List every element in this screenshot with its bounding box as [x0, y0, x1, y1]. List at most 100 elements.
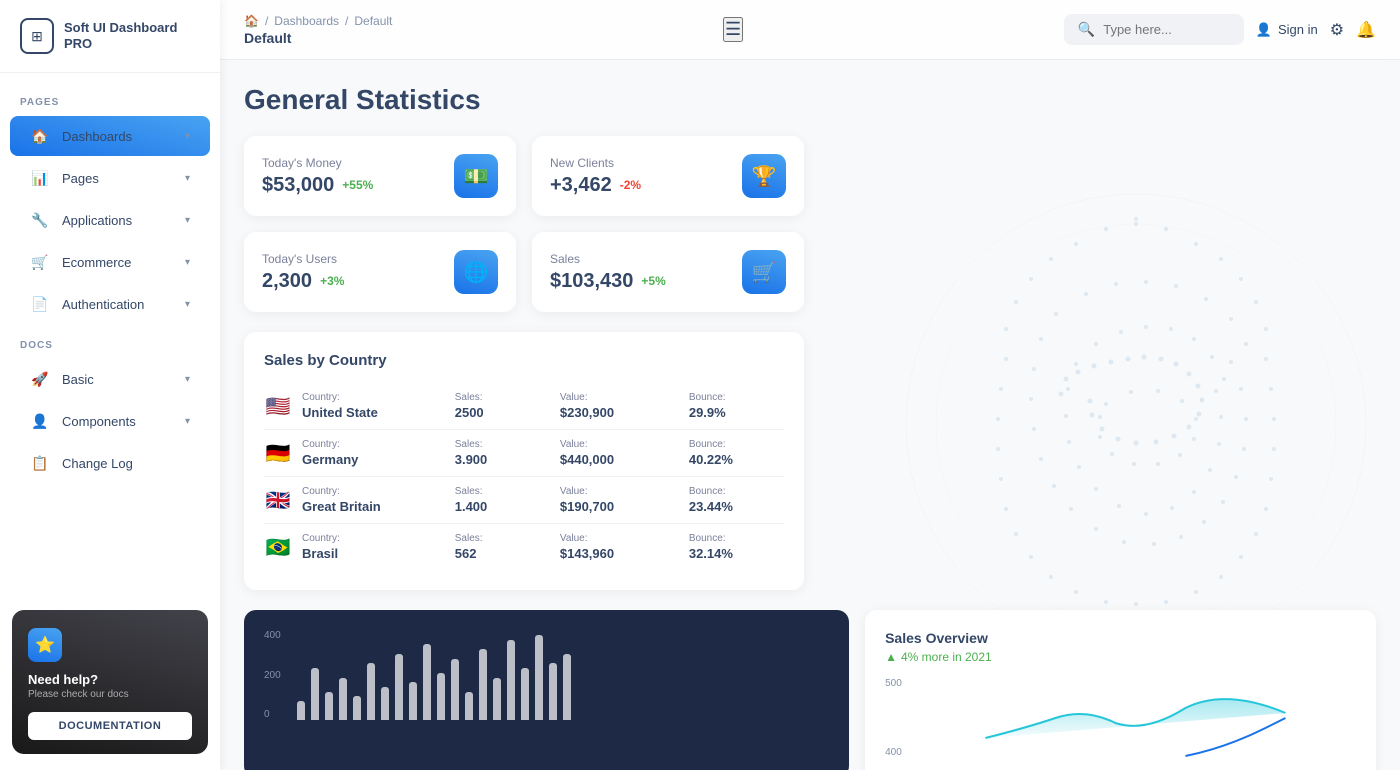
stat-label-clients: New Clients — [550, 156, 641, 170]
line-chart-area: 500 400 — [885, 678, 1356, 758]
pages-chevron: ▾ — [185, 173, 190, 184]
stats-grid: Today's Money $53,000 +55% 💵 New Clients… — [244, 136, 804, 312]
bar-chart-card: 400 200 0 — [244, 610, 849, 770]
country-col-brasil: Country: Brasil — [302, 533, 445, 561]
notifications-icon[interactable]: 🔔 — [1356, 20, 1376, 40]
authentication-icon: 📄 — [30, 294, 50, 314]
pages-icon: 📊 — [30, 168, 50, 188]
ecommerce-icon: 🛒 — [30, 252, 50, 272]
flag-usa: 🇺🇸 — [264, 396, 292, 416]
bar-chart-bar — [423, 644, 431, 720]
authentication-label: Authentication — [62, 297, 173, 312]
sales-col-germany: Sales: 3.900 — [455, 439, 550, 467]
bounce-col-usa: Bounce: 29.9% — [689, 392, 784, 420]
sales-by-country-card: Sales by Country 🇺🇸 Country: United Stat… — [244, 332, 804, 590]
sidebar-item-applications[interactable]: 🔧 Applications ▾ — [10, 200, 210, 240]
country-row-brasil: 🇧🇷 Country: Brasil Sales: 562 Value: $14… — [264, 524, 784, 570]
docs-section-label: DOCS — [0, 326, 220, 357]
pages-label: Pages — [62, 171, 173, 186]
stat-badge-sales: +5% — [641, 274, 665, 288]
dashboards-chevron: ▾ — [185, 131, 190, 142]
stat-card-users: Today's Users 2,300 +3% 🌐 — [244, 232, 516, 312]
bar-chart-bar — [479, 649, 487, 720]
content-wrapper: General Statistics Today's Money $53,000… — [244, 84, 1376, 770]
bar-chart-bar — [535, 635, 543, 720]
sidebar-item-basic[interactable]: 🚀 Basic ▾ — [10, 359, 210, 399]
sidebar-item-ecommerce[interactable]: 🛒 Ecommerce ▾ — [10, 242, 210, 282]
dashboards-label: Dashboards — [62, 129, 173, 144]
value-col-brasil: Value: $143,960 — [560, 533, 679, 561]
authentication-chevron: ▾ — [185, 299, 190, 310]
bar-chart-bar — [493, 678, 501, 721]
sidebar-item-changelog[interactable]: 📋 Change Log — [10, 443, 210, 483]
search-box[interactable]: 🔍 — [1064, 14, 1244, 45]
bar-chart-bar — [353, 696, 361, 720]
page-title: Default — [244, 30, 392, 46]
bar-chart-y-labels: 400 200 0 — [264, 630, 281, 720]
settings-icon[interactable]: ⚙ — [1330, 20, 1344, 40]
stat-icon-sales: 🛒 — [742, 250, 786, 294]
sidebar-item-pages[interactable]: 📊 Pages ▾ — [10, 158, 210, 198]
topbar: 🏠 / Dashboards / Default Default ☰ 🔍 👤 S… — [220, 0, 1400, 60]
sales-overview-title: Sales Overview — [885, 630, 1356, 646]
stat-value-money: $53,000 +55% — [262, 174, 373, 197]
bar-chart-bar — [339, 678, 347, 721]
logo-icon: ⊞ — [20, 18, 54, 54]
help-star-icon: ⭐ — [28, 628, 62, 662]
applications-label: Applications — [62, 213, 173, 228]
breadcrumb: 🏠 / Dashboards / Default Default — [244, 14, 392, 46]
stat-label-users: Today's Users — [262, 252, 344, 266]
sign-in-button[interactable]: 👤 Sign in — [1256, 22, 1318, 38]
sidebar-item-authentication[interactable]: 📄 Authentication ▾ — [10, 284, 210, 324]
sales-col-brasil: Sales: 562 — [455, 533, 550, 561]
country-row-gb: 🇬🇧 Country: Great Britain Sales: 1.400 V… — [264, 477, 784, 524]
sep2: / — [345, 14, 348, 28]
bar-chart-bar — [409, 682, 417, 720]
sidebar-nav: PAGES 🏠 Dashboards ▾ 📊 Pages ▾ 🔧 Applica… — [0, 73, 220, 594]
value-col-gb: Value: $190,700 — [560, 486, 679, 514]
bar-chart-bar — [437, 673, 445, 720]
bar-chart-bar — [521, 668, 529, 720]
bottom-charts-row: 400 200 0 Sales Overview ▲ 4% more in 20… — [244, 610, 1376, 770]
country-col-germany: Country: Germany — [302, 439, 445, 467]
breadcrumb-current: Default — [354, 14, 392, 28]
content-area: General Statistics Today's Money $53,000… — [220, 60, 1400, 770]
stat-info-sales: Sales $103,430 +5% — [550, 252, 666, 293]
breadcrumb-trail: 🏠 / Dashboards / Default — [244, 14, 392, 28]
general-statistics-title: General Statistics — [244, 84, 1376, 116]
help-box: ⭐ Need help? Please check our docs DOCUM… — [12, 610, 208, 754]
sales-overview-subtitle: ▲ 4% more in 2021 — [885, 650, 1356, 664]
stat-label-money: Today's Money — [262, 156, 373, 170]
country-row-usa: 🇺🇸 Country: United State Sales: 2500 Val… — [264, 383, 784, 430]
applications-icon: 🔧 — [30, 210, 50, 230]
basic-label: Basic — [62, 372, 173, 387]
stat-info-money: Today's Money $53,000 +55% — [262, 156, 373, 197]
stat-badge-money: +55% — [342, 178, 373, 192]
breadcrumb-dashboards[interactable]: Dashboards — [274, 14, 339, 28]
sales-by-country-title: Sales by Country — [264, 352, 784, 369]
flag-germany: 🇩🇪 — [264, 443, 292, 463]
country-table: 🇺🇸 Country: United State Sales: 2500 Val… — [264, 383, 784, 570]
bar-chart-bar — [311, 668, 319, 720]
stat-icon-money: 💵 — [454, 154, 498, 198]
hamburger-button[interactable]: ☰ — [723, 17, 743, 42]
sales-col-gb: Sales: 1.400 — [455, 486, 550, 514]
search-input[interactable] — [1103, 22, 1230, 37]
app-name: Soft UI Dashboard PRO — [64, 20, 200, 51]
bar-chart-bar — [507, 640, 515, 720]
sidebar-item-components[interactable]: 👤 Components ▾ — [10, 401, 210, 441]
changelog-icon: 📋 — [30, 453, 50, 473]
stat-value-clients: +3,462 -2% — [550, 174, 641, 197]
help-subtitle: Please check our docs — [28, 689, 192, 700]
sep1: / — [265, 14, 268, 28]
stat-badge-users: +3% — [320, 274, 344, 288]
bounce-col-brasil: Bounce: 32.14% — [689, 533, 784, 561]
value-col-germany: Value: $440,000 — [560, 439, 679, 467]
documentation-button[interactable]: DOCUMENTATION — [28, 712, 192, 740]
trend-up-icon: ▲ — [885, 650, 897, 664]
sidebar-item-dashboards[interactable]: 🏠 Dashboards ▾ — [10, 116, 210, 156]
components-chevron: ▾ — [185, 416, 190, 427]
components-icon: 👤 — [30, 411, 50, 431]
stat-card-clients: New Clients +3,462 -2% 🏆 — [532, 136, 804, 216]
topbar-actions: 🔍 👤 Sign in ⚙ 🔔 — [1064, 14, 1376, 45]
